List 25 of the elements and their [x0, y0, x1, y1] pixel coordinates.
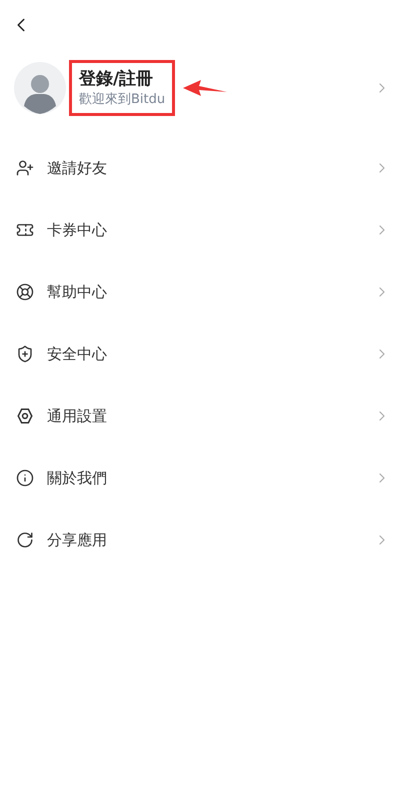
user-plus-icon	[16, 159, 34, 177]
shield-icon	[16, 345, 34, 363]
menu-label: 安全中心	[47, 344, 107, 365]
settings-icon	[16, 407, 34, 425]
menu-item[interactable]: 安全中心	[0, 323, 400, 385]
menu-label: 通用設置	[47, 406, 107, 427]
menu-label: 分享應用	[47, 530, 107, 551]
lifebuoy-icon	[16, 283, 34, 301]
ticket-icon	[16, 221, 34, 239]
menu-item[interactable]: 卡券中心	[0, 199, 400, 261]
menu-label: 邀請好友	[47, 158, 107, 179]
menu-item[interactable]: 關於我們	[0, 447, 400, 509]
menu-label: 卡券中心	[47, 220, 107, 241]
info-icon	[16, 469, 34, 487]
menu-item[interactable]: 幫助中心	[0, 261, 400, 323]
avatar-icon	[14, 62, 66, 114]
welcome-text: 歡迎來到Bitdu	[79, 91, 166, 109]
menu-label: 幫助中心	[47, 282, 107, 303]
menu-item[interactable]: 通用設置	[0, 385, 400, 447]
menu-item[interactable]: 邀請好友	[0, 137, 400, 199]
share-icon	[16, 531, 34, 549]
menu-label: 關於我們	[47, 468, 107, 489]
login-register-link[interactable]: 登錄/註冊	[79, 67, 166, 91]
menu-item[interactable]: 分享應用	[0, 509, 400, 571]
arrow-icon	[183, 80, 228, 96]
